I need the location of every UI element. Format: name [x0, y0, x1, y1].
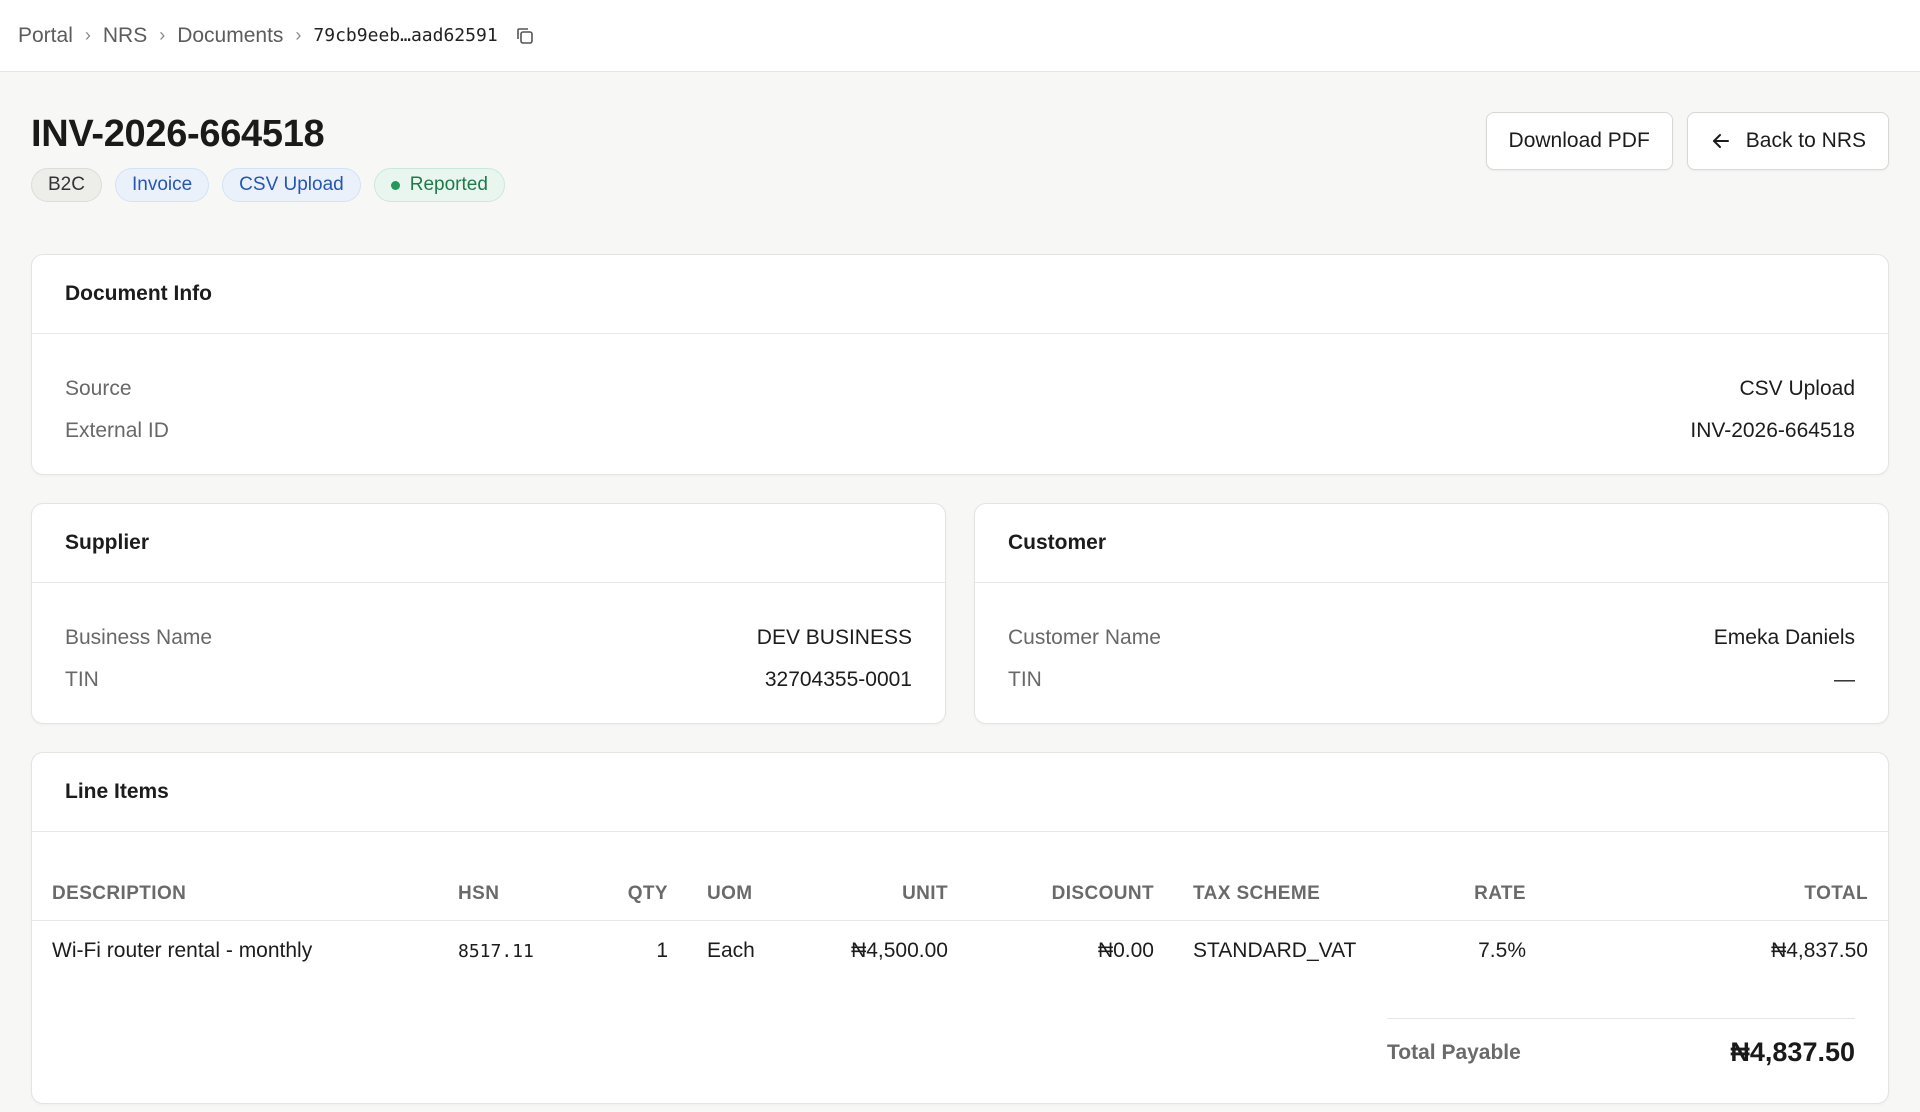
- info-value: INV-2026-664518: [1690, 419, 1855, 442]
- cell-description: Wi-Fi router rental - monthly: [52, 939, 313, 963]
- total-payable-label: Total Payable: [1387, 1040, 1521, 1064]
- document-info-card: Document Info Source CSV Upload External…: [31, 254, 1889, 475]
- chevron-right-icon: ›: [159, 25, 166, 45]
- badge-group: B2C Invoice CSV Upload Reported: [31, 168, 505, 202]
- download-pdf-button[interactable]: Download PDF: [1485, 112, 1673, 170]
- info-value: CSV Upload: [1739, 377, 1855, 400]
- info-label: TIN: [65, 668, 99, 691]
- info-value: DEV BUSINESS: [756, 626, 912, 649]
- column-header-uom: UOM: [668, 832, 838, 921]
- cell-unit: ₦4,500.00: [851, 939, 948, 963]
- column-header-hsn: HSN: [458, 832, 578, 921]
- line-items-card: Line Items Description HSN Qty UOM Unit …: [31, 752, 1889, 1104]
- column-header-discount: Discount: [948, 832, 1154, 921]
- line-items-title: Line Items: [32, 753, 1888, 832]
- info-value: 32704355-0001: [764, 668, 912, 691]
- info-row: TIN 32704355-0001: [65, 659, 912, 701]
- arrow-left-icon: [1710, 130, 1732, 152]
- total-payable-value: ₦4,837.50: [1730, 1037, 1855, 1067]
- top-bar: Portal › NRS › Documents › 79cb9eeb…aad6…: [0, 0, 1920, 72]
- type-badge: B2C: [31, 168, 102, 202]
- column-header-rate: Rate: [1404, 832, 1526, 921]
- cell-discount: ₦0.00: [1097, 939, 1154, 963]
- breadcrumb: Portal › NRS › Documents › 79cb9eeb…aad6…: [18, 24, 536, 48]
- status-badge: Reported: [373, 168, 505, 202]
- customer-title: Customer: [975, 504, 1888, 583]
- column-header-qty: Qty: [578, 832, 668, 921]
- source-badge: CSV Upload: [222, 168, 361, 202]
- chevron-right-icon: ›: [84, 25, 91, 45]
- total-payable-row: Total Payable ₦4,837.50: [1387, 1018, 1855, 1086]
- breadcrumb-portal[interactable]: Portal: [18, 24, 73, 48]
- supplier-card: Supplier Business Name DEV BUSINESS TIN …: [31, 503, 946, 724]
- info-value: Emeka Daniels: [1713, 626, 1855, 649]
- supplier-title: Supplier: [32, 504, 945, 583]
- back-to-nrs-label: Back to NRS: [1745, 129, 1866, 152]
- info-label: TIN: [1008, 668, 1042, 691]
- column-header-total: Total: [1526, 832, 1888, 921]
- info-label: Customer Name: [1008, 626, 1161, 649]
- main-content: INV-2026-664518 B2C Invoice CSV Upload R…: [0, 72, 1920, 1104]
- info-row: External ID INV-2026-664518: [65, 410, 1855, 452]
- cell-tax-scheme: STANDARD_VAT: [1193, 939, 1357, 963]
- document-info-title: Document Info: [32, 255, 1888, 334]
- info-label: External ID: [65, 419, 169, 442]
- cell-total: ₦4,837.50: [1771, 939, 1868, 963]
- info-label: Business Name: [65, 626, 213, 649]
- parties-row: Supplier Business Name DEV BUSINESS TIN …: [31, 503, 1889, 724]
- cell-uom: Each: [707, 939, 755, 963]
- column-header-tax-scheme: Tax Scheme: [1154, 832, 1404, 921]
- breadcrumb-document-id: 79cb9eeb…aad62591: [313, 25, 498, 46]
- status-badge-label: Reported: [409, 174, 488, 195]
- page-header: INV-2026-664518 B2C Invoice CSV Upload R…: [31, 72, 1889, 230]
- cell-rate: 7.5%: [1478, 939, 1526, 963]
- breadcrumb-documents[interactable]: Documents: [177, 24, 283, 48]
- cell-hsn: 8517.11: [458, 940, 534, 962]
- table-header-row: Description HSN Qty UOM Unit Discount Ta…: [32, 832, 1888, 921]
- page-title: INV-2026-664518: [31, 113, 325, 155]
- customer-card: Customer Customer Name Emeka Daniels TIN…: [974, 503, 1889, 724]
- column-header-description: Description: [32, 832, 458, 921]
- cell-qty: 1: [656, 939, 668, 963]
- info-row: Source CSV Upload: [65, 368, 1855, 410]
- info-label: Source: [65, 377, 132, 400]
- chevron-right-icon: ›: [295, 25, 302, 45]
- column-header-unit: Unit: [838, 832, 948, 921]
- table-row: Wi-Fi router rental - monthly 8517.11 1 …: [32, 920, 1888, 982]
- doc-kind-badge: Invoice: [114, 168, 210, 202]
- line-items-table: Description HSN Qty UOM Unit Discount Ta…: [32, 832, 1888, 982]
- status-dot-icon: [390, 180, 400, 190]
- download-pdf-label: Download PDF: [1508, 129, 1650, 152]
- info-row: Customer Name Emeka Daniels: [1008, 617, 1855, 659]
- info-value: —: [1834, 668, 1855, 691]
- info-row: TIN —: [1008, 659, 1855, 701]
- back-to-nrs-button[interactable]: Back to NRS: [1686, 112, 1889, 170]
- header-actions: Download PDF Back to NRS: [1485, 112, 1889, 170]
- breadcrumb-nrs[interactable]: NRS: [103, 24, 147, 48]
- info-row: Business Name DEV BUSINESS: [65, 617, 912, 659]
- copy-icon[interactable]: [514, 25, 536, 47]
